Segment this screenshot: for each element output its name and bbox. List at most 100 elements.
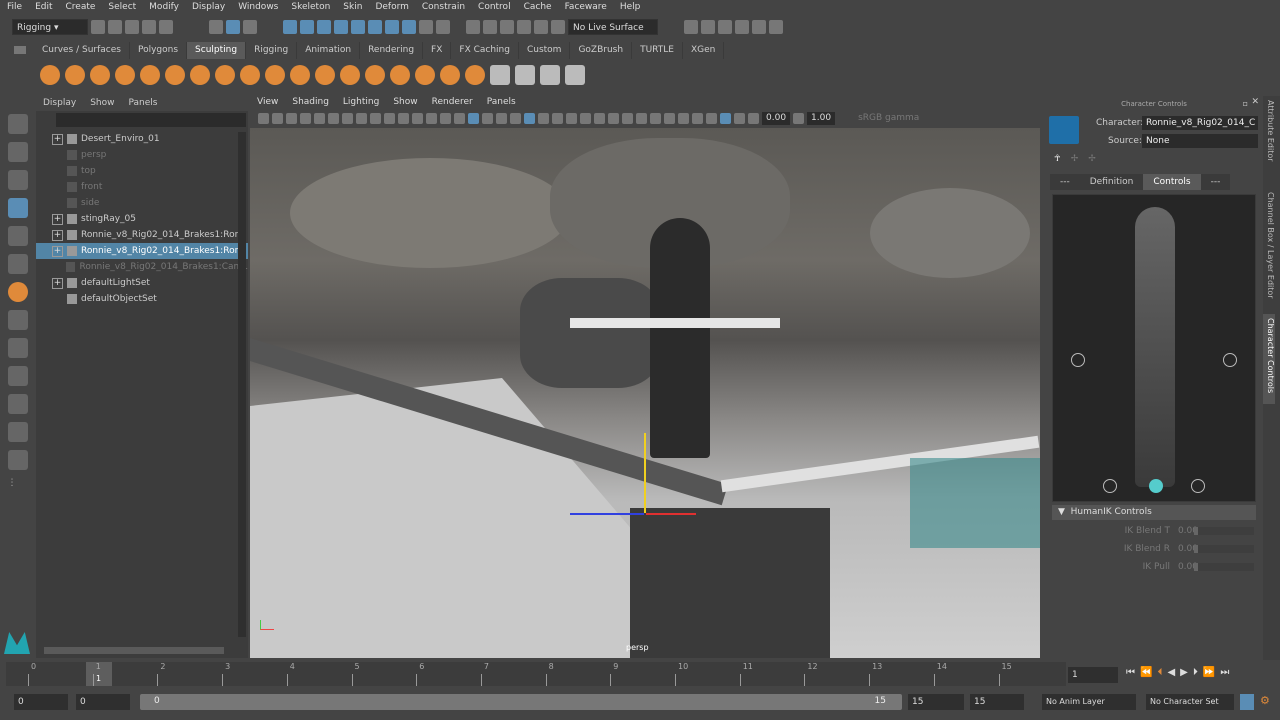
expand-icon[interactable]: + [52, 213, 63, 225]
outliner-item[interactable]: top [36, 163, 248, 179]
step-back-frame-icon[interactable]: ⏴ [1157, 667, 1162, 678]
menu-create[interactable]: Create [59, 0, 102, 15]
menu-skin[interactable]: Skin [336, 0, 368, 15]
shelf-tab-turtle[interactable]: TURTLE [632, 42, 683, 59]
character-set-dropdown[interactable]: No Character Set [1146, 694, 1234, 710]
shelf-tab-curves-surfaces[interactable]: Curves / Surfaces [34, 42, 130, 59]
shelf-tab-gozbrush[interactable]: GoZBrush [570, 42, 633, 59]
skeleton-icon[interactable]: ✢ [1071, 154, 1079, 166]
menu-display[interactable]: Display [185, 0, 231, 15]
shelf-tool-icon[interactable] [515, 65, 535, 85]
right-hand-effector[interactable] [1223, 353, 1237, 367]
shelf-tab-fx-caching[interactable]: FX Caching [451, 42, 519, 59]
menu-file[interactable]: File [0, 0, 28, 15]
select-hierarchy-icon[interactable] [209, 20, 223, 34]
step-forward-key-icon[interactable]: ⏩ [1203, 667, 1215, 678]
gamma-icon[interactable] [793, 112, 805, 124]
render-settings-icon[interactable] [735, 20, 749, 34]
outliner-layout-icon[interactable] [7, 394, 28, 414]
character-dropdown[interactable]: Ronnie_v8_Rig02_014_C [1142, 116, 1258, 130]
anim-layer-dropdown[interactable]: No Anim Layer [1042, 694, 1136, 710]
sculpt-brush-icon[interactable] [440, 65, 460, 85]
viewport-tool-icon[interactable] [272, 112, 283, 124]
move-manipulator-z[interactable] [570, 513, 644, 515]
spacer[interactable] [52, 150, 63, 161]
viewport-tool-icon[interactable] [468, 112, 479, 124]
snap-grid-icon[interactable] [283, 20, 297, 34]
viewport-tool-icon[interactable] [734, 112, 745, 124]
move-manipulator-x[interactable] [646, 513, 696, 515]
move-tool-icon[interactable] [7, 198, 28, 218]
shelf-tab-xgen[interactable]: XGen [683, 42, 725, 59]
sculpt-brush-icon[interactable] [165, 65, 185, 85]
menu-set-dropdown[interactable]: Rigging ▾ [12, 19, 88, 35]
snap-point-icon[interactable] [317, 20, 331, 34]
viewport-tool-icon[interactable] [314, 112, 325, 124]
sculpt-brush-icon[interactable] [315, 65, 335, 85]
viewport-tool-icon[interactable] [636, 112, 647, 124]
full-body-icon[interactable]: ✢ [1088, 154, 1096, 166]
panel-menu-show[interactable]: Show [386, 96, 424, 110]
snap-vertex-icon[interactable] [368, 20, 382, 34]
attr-slider[interactable] [1194, 545, 1254, 553]
outliner-menu-display[interactable]: Display [36, 96, 83, 111]
panel-menu-panels[interactable]: Panels [480, 96, 523, 110]
magnet-icon[interactable] [500, 20, 514, 34]
viewport-tool-icon[interactable] [692, 112, 703, 124]
viewport-tool-icon[interactable] [566, 112, 577, 124]
shelf-tool-icon[interactable] [540, 65, 560, 85]
viewport-tool-icon[interactable] [594, 112, 605, 124]
menu-faceware[interactable]: Faceware [558, 0, 613, 15]
viewport-tool-icon[interactable] [524, 112, 535, 124]
viewport-tool-icon[interactable] [622, 112, 633, 124]
viewport-tool-icon[interactable] [384, 112, 395, 124]
ipr-icon[interactable] [718, 20, 732, 34]
sculpt-brush-icon[interactable] [215, 65, 235, 85]
outliner-item[interactable]: + Ronnie_v8_Rig02_014_Brakes1:Ronn [36, 243, 248, 259]
menu-help[interactable]: Help [613, 0, 647, 15]
shelf-tab-sculpting[interactable]: Sculpting [187, 42, 247, 59]
hypershade-layout-icon[interactable] [7, 450, 28, 470]
sculpt-brush-icon[interactable] [115, 65, 135, 85]
source-dropdown[interactable]: None [1142, 134, 1258, 148]
side-tab-character-controls[interactable]: Character Controls [1263, 314, 1275, 404]
sculpt-brush-icon[interactable] [365, 65, 385, 85]
sculpt-brush-icon[interactable] [265, 65, 285, 85]
viewport-tool-icon[interactable] [678, 112, 689, 124]
snap-surface-icon[interactable] [351, 20, 365, 34]
viewport-tool-icon[interactable] [482, 112, 493, 124]
humanik-controls-header[interactable]: ▼ HumanIK Controls [1052, 505, 1256, 520]
render-icon[interactable] [684, 20, 698, 34]
playback-start-field[interactable]: 0 [76, 694, 130, 710]
character-figure-view[interactable] [1052, 194, 1256, 502]
close-icon[interactable]: ✕ [1251, 97, 1259, 107]
viewport-tool-icon[interactable] [258, 112, 269, 124]
lasso-tool-icon[interactable] [7, 142, 28, 162]
open-scene-icon[interactable] [108, 20, 122, 34]
select-live-icon[interactable] [436, 20, 450, 34]
sculpt-brush-icon[interactable] [340, 65, 360, 85]
gamma-field[interactable]: 1.00 [807, 111, 836, 125]
sculpt-brush-icon[interactable] [40, 65, 60, 85]
viewport-tool-icon[interactable] [706, 112, 717, 124]
3d-viewport[interactable]: persp [250, 128, 1040, 658]
viewport-tool-icon[interactable] [412, 112, 423, 124]
viewport-tool-icon[interactable] [440, 112, 451, 124]
menu-constrain[interactable]: Constrain [415, 0, 471, 15]
viewport-tool-icon[interactable] [370, 112, 381, 124]
left-hand-effector[interactable] [1071, 353, 1085, 367]
viewport-tool-icon[interactable] [664, 112, 675, 124]
spacer[interactable] [52, 182, 63, 193]
magnet-icon[interactable] [517, 20, 531, 34]
more-icon[interactable]: ⋮ [8, 478, 28, 498]
panel-menu-shading[interactable]: Shading [285, 96, 336, 110]
shelf-tool-icon[interactable] [565, 65, 585, 85]
viewport-tool-icon[interactable] [398, 112, 409, 124]
viewport-tool-icon[interactable] [580, 112, 591, 124]
sculpt-brush-icon[interactable] [190, 65, 210, 85]
shelf-tab-animation[interactable]: Animation [297, 42, 361, 59]
current-time-field[interactable]: 1 [1068, 667, 1118, 683]
shelf-tab-fx[interactable]: FX [423, 42, 452, 59]
shelf-tool-icon[interactable] [490, 65, 510, 85]
humanik-menu-icon[interactable] [1049, 116, 1079, 144]
